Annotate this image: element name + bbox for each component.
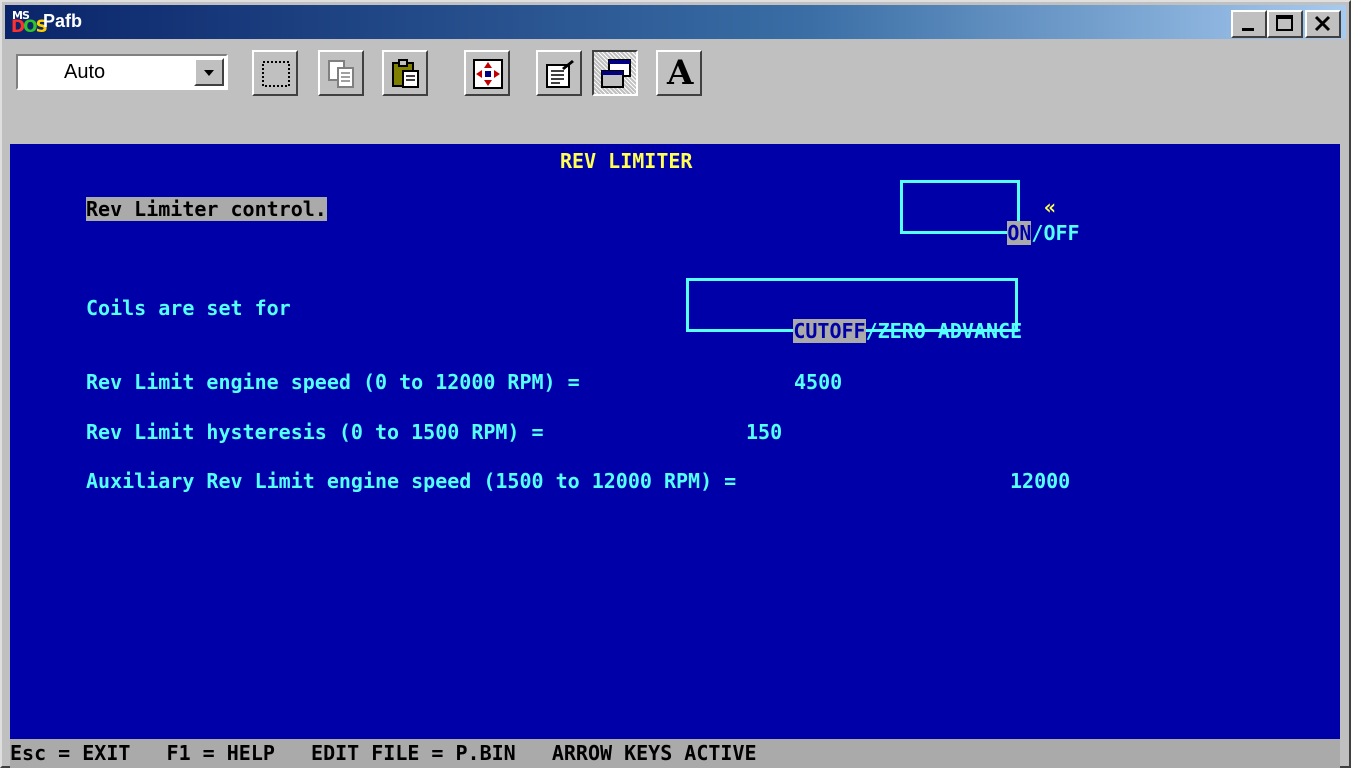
paste-icon bbox=[392, 59, 419, 88]
fullscreen-icon bbox=[473, 59, 503, 89]
aux-speed-label: Auxiliary Rev Limit engine speed (1500 t… bbox=[86, 469, 737, 493]
status-text: Esc = EXIT F1 = HELP EDIT FILE = P.BIN A… bbox=[10, 741, 757, 765]
background-button[interactable] bbox=[592, 50, 638, 96]
font-button[interactable]: A bbox=[656, 50, 702, 96]
title-bar[interactable]: MS DOS Pafb bbox=[5, 5, 1346, 39]
onoff-toggle[interactable]: ON/OFF bbox=[900, 180, 1080, 245]
engine-speed-value[interactable]: 4500 bbox=[794, 370, 842, 394]
status-bar: Esc = EXIT F1 = HELP EDIT FILE = P.BIN A… bbox=[10, 739, 1340, 768]
engine-speed-label: Rev Limit engine speed (0 to 12000 RPM) … bbox=[86, 370, 580, 394]
copy-button[interactable] bbox=[318, 50, 364, 96]
zero-advance-option[interactable]: ZERO ADVANCE bbox=[878, 319, 1023, 343]
close-icon bbox=[1314, 15, 1331, 32]
font-icon: A bbox=[667, 53, 694, 93]
hysteresis-label: Rev Limit hysteresis (0 to 1500 RPM) = bbox=[86, 420, 544, 444]
background-icon bbox=[601, 59, 631, 88]
close-button[interactable] bbox=[1305, 10, 1341, 38]
mark-button[interactable] bbox=[252, 50, 298, 96]
onoff-separator: / bbox=[1031, 221, 1044, 245]
msdos-icon: MS DOS bbox=[11, 9, 48, 37]
selection-marker: « bbox=[1044, 195, 1057, 219]
minimize-button[interactable] bbox=[1231, 10, 1267, 38]
off-option[interactable]: OFF bbox=[1043, 221, 1079, 245]
dos-window: MS DOS Pafb Auto A REV LIMITER Rev Limit… bbox=[0, 0, 1351, 768]
font-size-select[interactable]: Auto bbox=[16, 54, 228, 90]
properties-icon bbox=[546, 60, 574, 88]
maximize-button[interactable] bbox=[1267, 10, 1303, 38]
dos-screen[interactable]: REV LIMITER Rev Limiter control. ON/OFF … bbox=[10, 144, 1340, 739]
page-title: REV LIMITER bbox=[560, 149, 693, 173]
coils-label: Coils are set for bbox=[86, 296, 291, 320]
coils-separator: / bbox=[865, 319, 878, 343]
aux-speed-value[interactable]: 12000 bbox=[1010, 469, 1070, 493]
window-title: Pafb bbox=[43, 11, 83, 31]
chevron-down-icon bbox=[204, 70, 214, 76]
cutoff-option[interactable]: CUTOFF bbox=[793, 319, 866, 343]
fullscreen-button[interactable] bbox=[464, 50, 510, 96]
hysteresis-value[interactable]: 150 bbox=[746, 420, 782, 444]
paste-button[interactable] bbox=[382, 50, 428, 96]
on-option[interactable]: ON bbox=[1007, 221, 1032, 245]
minimize-icon bbox=[1242, 28, 1254, 31]
font-size-value: Auto bbox=[64, 61, 106, 83]
copy-icon bbox=[328, 60, 354, 88]
dropdown-button[interactable] bbox=[194, 58, 224, 86]
mark-icon bbox=[262, 61, 290, 87]
coils-toggle[interactable]: CUTOFF/ZERO ADVANCE bbox=[686, 278, 1022, 343]
maximize-icon bbox=[1276, 15, 1293, 31]
properties-button[interactable] bbox=[536, 50, 582, 96]
rev-limiter-label: Rev Limiter control. bbox=[86, 197, 327, 221]
